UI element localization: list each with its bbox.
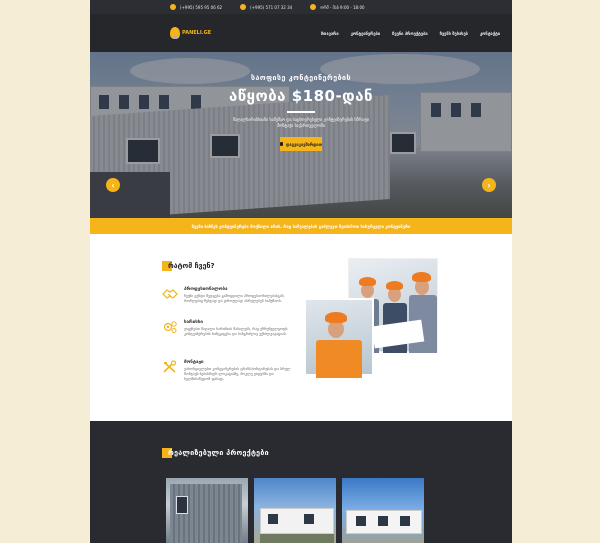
- working-hours: ორშ - შაბ 9:00 - 18:00: [310, 4, 365, 10]
- projects-heading: რეალიზებული პროექტები: [162, 448, 269, 458]
- project-card[interactable]: [166, 478, 248, 543]
- workers-photo: [304, 258, 438, 388]
- hero-slider: საოფისე კონტეინერების აწყობა $180-დან მა…: [90, 52, 512, 218]
- contact-button[interactable]: დაგვიკავშირდით: [280, 137, 322, 151]
- feature-title: მონტაჟი: [184, 360, 204, 365]
- feature-description: ვახორციელებთ კონტეინერების ტრანსპორტირებ…: [184, 367, 291, 381]
- nav-item-home[interactable]: მთავარი: [321, 31, 339, 36]
- feature-description: ჩვენი გუნდი შედგება გამოცდილი პროფესიონა…: [184, 294, 285, 303]
- main-nav: მთავარი კონტეინერები ჩვენი პროექტები ჩვე…: [321, 31, 500, 36]
- why-us-title: რატომ ჩვენ?: [168, 262, 215, 270]
- promo-strip: ჩვენი ბიზნეს კონტეინერები მოქნილი არის, …: [90, 218, 512, 234]
- phone-icon: [170, 4, 176, 10]
- hero-description: მაღალხარისხიანი სამუშაო და საცხოვრებელი …: [232, 117, 370, 128]
- project-card[interactable]: [342, 478, 424, 543]
- nav-item-projects[interactable]: ჩვენი პროექტები: [392, 31, 427, 36]
- handshake-icon: [162, 289, 178, 299]
- nav-item-contact[interactable]: კონტაქტი: [480, 31, 500, 36]
- project-card[interactable]: [254, 478, 336, 543]
- working-hours-text: ორშ - შაბ 9:00 - 18:00: [320, 4, 365, 10]
- projects-section: რეალიზებული პროექტები: [90, 421, 512, 543]
- worker-photo-front: [304, 298, 374, 378]
- phone-2-text: (+995) 571 07 32 34: [250, 4, 293, 10]
- promo-strip-text: ჩვენი ბიზნეს კონტეინერები მოქნილი არის, …: [191, 223, 411, 229]
- clock-icon: [310, 4, 317, 10]
- feature-quality: ხარისხი ვიყენებთ მაღალი ხარისხის მასალებ…: [162, 320, 294, 337]
- logo[interactable]: PANELI.GE: [170, 27, 211, 39]
- why-us-heading: რატომ ჩვენ?: [162, 261, 215, 271]
- feature-installation: მონტაჟი ვახორციელებთ კონტეინერების ტრანს…: [162, 360, 294, 382]
- feature-title: ხარისხი: [184, 320, 203, 325]
- nav-item-containers[interactable]: კონტეინერები: [351, 31, 381, 36]
- feature-professionalism: პროფესიონალობა ჩვენი გუნდი შედგება გამოც…: [162, 287, 294, 304]
- hero-content: საოფისე კონტეინერების აწყობა $180-დან მა…: [90, 74, 512, 151]
- phone-1-text: (+995) 595 95 06 62: [180, 4, 223, 10]
- why-us-section: რატომ ჩვენ? პროფესიონალობა ჩვენი გუნდი შ…: [90, 234, 512, 411]
- contact-button-label: დაგვიკავშირდით: [286, 141, 322, 147]
- nav-item-about[interactable]: ჩვენს შესახებ: [440, 31, 468, 36]
- logo-text: PANELI.GE: [182, 30, 212, 36]
- feature-title: პროფესიონალობა: [184, 287, 228, 292]
- lightbulb-icon: [170, 27, 180, 39]
- slider-prev-arrow[interactable]: ‹: [106, 178, 120, 192]
- tools-icon: [163, 360, 177, 373]
- phone-1[interactable]: (+995) 595 95 06 62: [170, 4, 222, 10]
- site-header: PANELI.GE მთავარი კონტეინერები ჩვენი პრო…: [90, 14, 512, 52]
- gears-icon: [163, 321, 177, 333]
- phone-2[interactable]: (+995) 571 07 32 34: [240, 4, 292, 10]
- phone-icon: [240, 4, 247, 10]
- feature-description: ვიყენებთ მაღალი ხარისხის მასალებს, რაც უ…: [184, 327, 288, 336]
- hero-divider: [287, 111, 315, 113]
- page: (+995) 595 95 06 62 (+995) 571 07 32 34 …: [90, 0, 512, 543]
- slider-next-arrow[interactable]: ›: [482, 178, 496, 192]
- top-info-bar: (+995) 595 95 06 62 (+995) 571 07 32 34 …: [90, 0, 512, 14]
- hero-subtitle: საოფისე კონტეინერების: [251, 74, 351, 82]
- projects-title: რეალიზებული პროექტები: [168, 449, 269, 457]
- chevron-right-icon: ›: [487, 180, 491, 190]
- hero-title: აწყობა $180-დან: [228, 87, 374, 105]
- phone-icon: [280, 142, 284, 146]
- chevron-left-icon: ‹: [111, 180, 115, 190]
